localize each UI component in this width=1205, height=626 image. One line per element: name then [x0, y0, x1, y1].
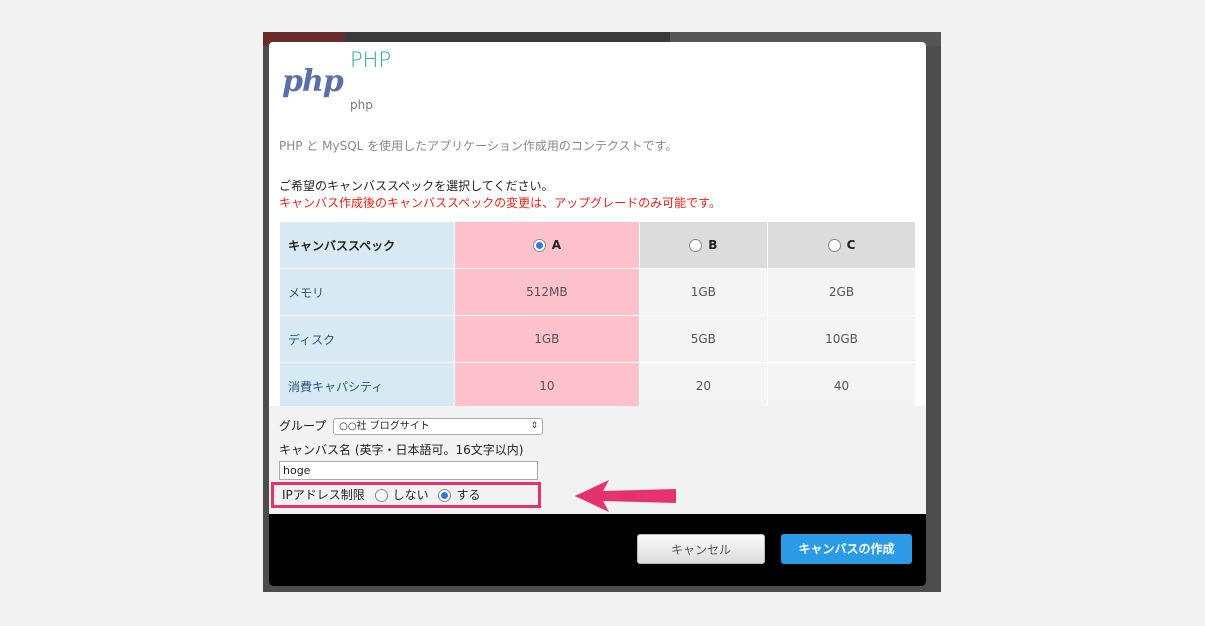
- spec-cell: 2GB: [768, 269, 915, 315]
- ip-no-radio-icon[interactable]: [374, 489, 388, 502]
- cancel-button[interactable]: キャンセル: [637, 534, 765, 564]
- select-arrows-icon: ⇕: [530, 421, 539, 431]
- radio-c-icon[interactable]: [827, 239, 841, 252]
- spec-row-label: 消費キャパシティ: [280, 363, 454, 409]
- spec-option-b-label: B: [708, 238, 718, 252]
- spec-option-c[interactable]: C: [768, 222, 915, 268]
- spec-cell: 10: [455, 363, 639, 409]
- create-canvas-button[interactable]: キャンバスの作成: [781, 534, 912, 564]
- context-subtitle: php: [350, 98, 373, 112]
- ip-no-label[interactable]: しない: [393, 488, 429, 502]
- spec-option-a[interactable]: A: [455, 222, 639, 268]
- radio-a-icon[interactable]: [532, 239, 546, 252]
- spec-cell: 5GB: [639, 316, 767, 362]
- group-select[interactable]: ○○社 ブログサイト ⇕: [333, 418, 544, 435]
- spec-table: キャンバススペック A B C メモリ 512MB 1GB 2GB ディスク 1…: [279, 221, 916, 410]
- spec-option-a-label: A: [551, 238, 561, 252]
- spec-prompt: ご希望のキャンバススペックを選択してください。: [279, 179, 554, 193]
- radio-b-icon[interactable]: [689, 239, 703, 252]
- spec-cell: 40: [768, 363, 915, 409]
- spec-option-c-label: C: [846, 238, 856, 252]
- spec-cell: 20: [639, 363, 767, 409]
- spec-option-b[interactable]: B: [639, 222, 767, 268]
- dialog-footer: キャンセル キャンバスの作成: [269, 514, 926, 586]
- spec-cell: 1GB: [455, 316, 639, 362]
- ip-restriction-label: IPアドレス制限: [282, 488, 365, 502]
- spec-row-label: ディスク: [280, 316, 454, 362]
- spec-header-row: キャンバススペック A B C: [280, 222, 915, 268]
- annotation-arrow-icon: [575, 480, 676, 512]
- canvas-name-label: キャンバス名 (英字・日本語可。16文字以内): [279, 443, 524, 457]
- spec-cell: 10GB: [768, 316, 915, 362]
- group-row: グループ ○○社 ブログサイト ⇕: [279, 417, 544, 435]
- spec-header-label: キャンバススペック: [280, 222, 454, 268]
- group-select-value: ○○社 ブログサイト: [339, 421, 430, 432]
- spec-cell: 1GB: [639, 269, 767, 315]
- ip-restriction-row: IPアドレス制限 しない する: [271, 482, 541, 508]
- context-description: PHP と MySQL を使用したアプリケーション作成用のコンテクストです。: [279, 139, 678, 153]
- ip-yes-label[interactable]: する: [456, 488, 480, 502]
- context-title: PHP: [350, 48, 392, 72]
- spec-row-label: メモリ: [280, 269, 454, 315]
- spec-cell: 512MB: [455, 269, 639, 315]
- group-label: グループ: [279, 419, 327, 433]
- spec-warning: キャンバス作成後のキャンバススペックの変更は、アップグレードのみ可能です。: [279, 196, 721, 210]
- ip-yes-radio-icon[interactable]: [438, 489, 452, 502]
- spec-row-disk: ディスク 1GB 5GB 10GB: [280, 316, 915, 362]
- spec-row-memory: メモリ 512MB 1GB 2GB: [280, 269, 915, 315]
- canvas-name-input[interactable]: hoge: [279, 461, 538, 480]
- php-logo: php: [282, 64, 344, 99]
- spec-row-capacity: 消費キャパシティ 10 20 40: [280, 363, 915, 409]
